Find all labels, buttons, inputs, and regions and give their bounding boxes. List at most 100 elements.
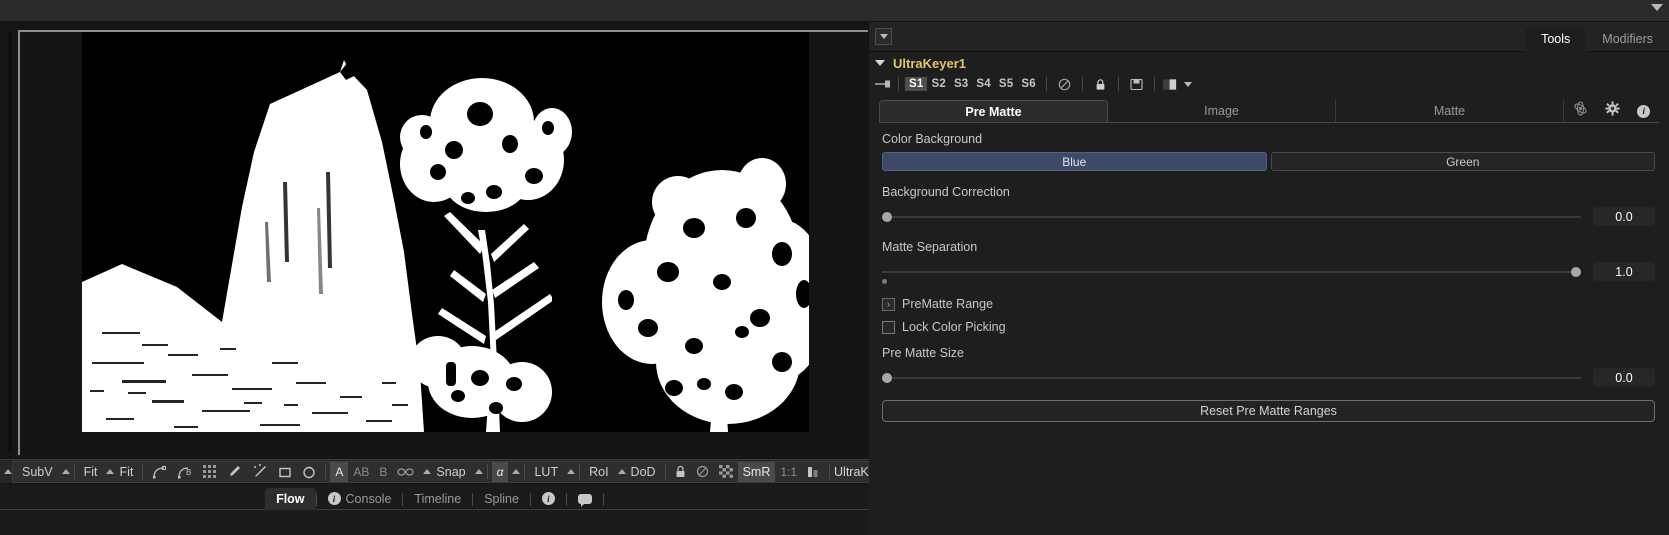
- subview-caret-icon[interactable]: [62, 469, 70, 474]
- dod-button[interactable]: DoD: [626, 462, 661, 482]
- roi-caret-icon[interactable]: [618, 469, 626, 474]
- atom-icon[interactable]: [1573, 101, 1588, 121]
- smr-button[interactable]: SmR: [738, 462, 776, 482]
- lut-button[interactable]: LUT: [529, 462, 563, 482]
- channel-b-button[interactable]: B: [374, 462, 392, 482]
- parameter-tab-icons: i: [1564, 100, 1659, 122]
- scale-ratio-label[interactable]: 1:1: [775, 462, 802, 482]
- toolbar-divider: [74, 464, 75, 479]
- slider-range-marker[interactable]: [882, 279, 887, 284]
- chevron-down-icon[interactable]: [875, 60, 885, 66]
- checker-grid-icon[interactable]: [198, 462, 222, 482]
- roi-button[interactable]: RoI: [584, 462, 613, 482]
- reset-pre-matte-ranges-button[interactable]: Reset Pre Matte Ranges: [882, 400, 1655, 422]
- channel-ab-button[interactable]: AB: [348, 462, 374, 482]
- lock-icon[interactable]: [670, 462, 691, 482]
- histogram-icon[interactable]: [802, 462, 825, 482]
- viewer-frame[interactable]: [18, 30, 868, 455]
- tab-pre-matte[interactable]: Pre Matte: [879, 100, 1108, 122]
- slider-knob[interactable]: [882, 373, 892, 383]
- viewer-toolbar-expand-button[interactable]: [0, 463, 12, 481]
- disabled-circle-icon[interactable]: [691, 462, 714, 482]
- pre-matte-size-slider[interactable]: [882, 371, 1581, 385]
- node-state-toolbar: S1 S2 S3 S4 S5 S6: [869, 74, 1669, 94]
- info-icon: i: [542, 492, 555, 505]
- tab-modifiers[interactable]: Modifiers: [1586, 27, 1669, 52]
- page-info-button[interactable]: i: [531, 488, 566, 510]
- lut-caret-icon[interactable]: [567, 469, 575, 474]
- caret-down-icon[interactable]: [1184, 82, 1192, 87]
- matte-separation-slider[interactable]: [882, 265, 1581, 279]
- fit-button-b[interactable]: Fit: [114, 462, 138, 482]
- toolbar-divider: [1082, 77, 1083, 91]
- state-button-s1[interactable]: S1: [905, 77, 927, 91]
- toolbar-divider: [325, 464, 326, 479]
- tab-spline[interactable]: Spline: [473, 488, 530, 510]
- save-icon[interactable]: [1129, 77, 1144, 92]
- page-comment-button[interactable]: [567, 488, 603, 510]
- disclosure-right-icon[interactable]: ›: [882, 298, 895, 311]
- state-button-s4[interactable]: S4: [972, 77, 994, 91]
- color-background-blue-button[interactable]: Blue: [882, 152, 1267, 171]
- prematte-range-row[interactable]: › PreMatte Range: [869, 297, 1669, 311]
- snap-caret-icon[interactable]: [475, 469, 483, 474]
- toolbar-divider: [665, 464, 666, 479]
- info-icon[interactable]: i: [1637, 105, 1650, 118]
- wand-icon[interactable]: [247, 462, 273, 482]
- slider-track: [882, 216, 1581, 218]
- tab-image[interactable]: Image: [1108, 100, 1336, 122]
- pre-matte-size-value[interactable]: 0.0: [1593, 368, 1655, 387]
- viewer-panel: SubV Fit Fit B: [0, 22, 869, 535]
- slider-knob[interactable]: [882, 212, 892, 222]
- alpha-channel-button[interactable]: α: [492, 462, 509, 482]
- tab-divider: [603, 493, 604, 506]
- matte-separation-value[interactable]: 1.0: [1593, 262, 1655, 281]
- caret-down-icon[interactable]: [1651, 4, 1663, 11]
- node-header-row: UltraKeyer1: [869, 52, 1669, 74]
- subview-button[interactable]: SubV: [17, 462, 58, 482]
- prematte-range-label: PreMatte Range: [902, 297, 993, 311]
- binoculars-icon[interactable]: [392, 462, 419, 482]
- fit-button-a[interactable]: Fit: [79, 462, 103, 482]
- channel-a-button[interactable]: A: [330, 462, 348, 482]
- slider-track: [882, 377, 1581, 379]
- tab-timeline[interactable]: Timeline: [403, 488, 472, 510]
- viewer-matte-image[interactable]: [82, 32, 809, 432]
- toolbar-divider: [579, 464, 580, 479]
- inspector-collapse-button[interactable]: [875, 28, 892, 45]
- tab-spline-label: Spline: [484, 492, 519, 506]
- tab-console[interactable]: i Console: [317, 488, 403, 510]
- background-correction-slider[interactable]: [882, 210, 1581, 224]
- alpha-caret-icon[interactable]: [512, 469, 520, 474]
- rectangle-icon[interactable]: [273, 462, 297, 482]
- tab-matte[interactable]: Matte: [1336, 100, 1564, 122]
- pin-icon[interactable]: [875, 77, 892, 91]
- binoculars-caret-icon[interactable]: [423, 469, 431, 474]
- comment-bubble-icon: [578, 494, 592, 504]
- toolbar-divider: [829, 464, 830, 479]
- slider-knob[interactable]: [1571, 267, 1581, 277]
- brush-icon[interactable]: [222, 462, 247, 482]
- checkerboard-icon[interactable]: [714, 462, 738, 482]
- color-background-green-button[interactable]: Green: [1271, 152, 1656, 171]
- gear-icon[interactable]: [1605, 101, 1620, 121]
- disable-icon[interactable]: [1057, 77, 1072, 92]
- lock-icon[interactable]: [1093, 77, 1108, 92]
- background-correction-value[interactable]: 0.0: [1593, 207, 1655, 226]
- state-button-s6[interactable]: S6: [1017, 77, 1039, 91]
- curve-b-icon[interactable]: B: [172, 462, 198, 482]
- snap-button[interactable]: Snap: [431, 462, 470, 482]
- state-button-s3[interactable]: S3: [950, 77, 972, 91]
- tab-flow[interactable]: Flow: [265, 488, 315, 510]
- fit-caret-icon[interactable]: [106, 469, 114, 474]
- viewer-vertical-scrollbar[interactable]: [8, 32, 12, 452]
- lock-color-picking-row[interactable]: Lock Color Picking: [869, 320, 1669, 334]
- state-button-s5[interactable]: S5: [995, 77, 1017, 91]
- lock-color-picking-checkbox[interactable]: [882, 321, 895, 334]
- curve-a-icon[interactable]: [147, 462, 172, 482]
- state-button-s2[interactable]: S2: [927, 77, 949, 91]
- ellipse-icon[interactable]: [297, 462, 321, 482]
- tab-tools[interactable]: Tools: [1525, 27, 1586, 52]
- color-swatch-icon[interactable]: [1163, 77, 1178, 92]
- tab-timeline-label: Timeline: [414, 492, 461, 506]
